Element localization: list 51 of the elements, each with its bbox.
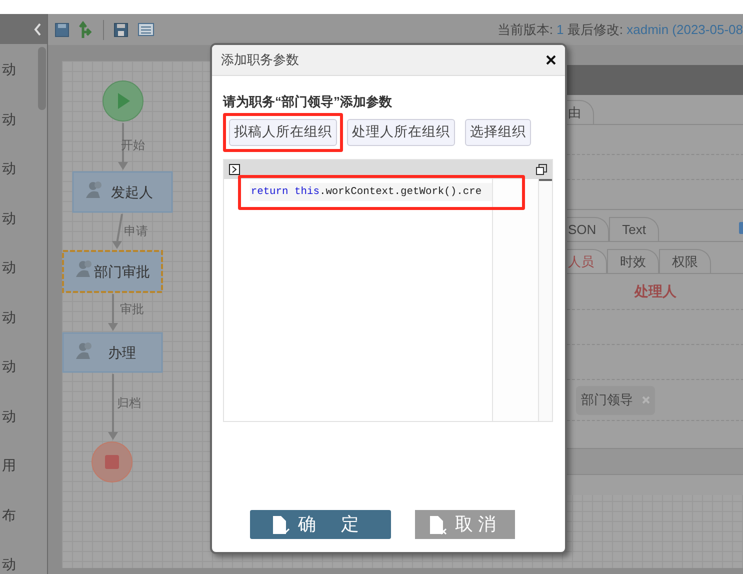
node-label: 发起人 [111,184,153,200]
terminal-icon[interactable] [229,164,240,175]
users-icon [76,342,92,359]
save-icon[interactable] [55,22,69,36]
dialog-title: 添加职务参数 [221,51,299,70]
sidebar-item[interactable]: 动 [2,257,47,277]
users-icon [76,260,92,277]
editor-scrollbar[interactable] [539,179,552,421]
users-icon [86,182,102,198]
edge-label: 归档 [117,396,141,410]
node-label: 部门审批 [94,264,150,280]
tab[interactable]: 由 [567,100,594,124]
edge-label: 开始 [121,138,145,152]
option-button[interactable]: 处理人所在组织 [347,119,455,146]
chevron-left-icon[interactable] [34,22,42,36]
sidebar-item[interactable]: 动 [2,406,47,426]
flow-arrow [108,294,118,331]
sidebar-item[interactable]: 动 [2,356,47,376]
sidebar-item[interactable]: 动 [2,208,47,228]
tab[interactable]: 人员 [567,249,607,273]
sidebar-item[interactable]: 用 [2,455,47,475]
edge-label: 申请 [124,224,148,238]
flow-arrow [112,214,123,249]
prompt-text: 请为职务“部门领导”添加参数 [223,93,393,110]
close-icon[interactable] [546,55,556,65]
sidebar-item[interactable]: 动 [2,59,47,79]
scrollbar[interactable] [38,47,46,110]
sidebar-item[interactable]: 动 [2,554,47,574]
branch-arrow-icon[interactable] [79,21,93,38]
list-icon[interactable] [138,23,154,36]
confirm-button[interactable]: 确 定 [250,510,391,539]
document-check-icon [272,514,290,534]
edge-label: 审批 [120,302,144,316]
node-label: 办理 [108,344,136,360]
cancel-button[interactable]: 取消 [415,510,515,539]
tab[interactable]: 时效 [607,249,659,273]
tab[interactable]: SON [567,217,610,241]
tab[interactable]: 权限 [659,249,711,273]
restore-window-icon[interactable] [536,164,547,175]
version-info: 当前版本: 1 最后修改: xadmin (2023-05-08 [497,20,743,39]
tag-label: 部门领导 [581,391,633,410]
save-icon[interactable] [114,22,128,36]
option-button[interactable]: 拟稿人所在组织 [229,119,337,146]
sidebar-item[interactable]: 动 [2,306,47,326]
option-button[interactable]: 选择组织 [465,119,531,146]
document-remove-icon [429,514,447,534]
flow-arrow [108,374,118,440]
sidebar-item[interactable]: 布 [2,504,47,524]
sidebar-item[interactable]: 动 [2,108,47,128]
tab[interactable]: Text [609,217,660,241]
sidebar-item[interactable]: 动 [2,158,47,178]
